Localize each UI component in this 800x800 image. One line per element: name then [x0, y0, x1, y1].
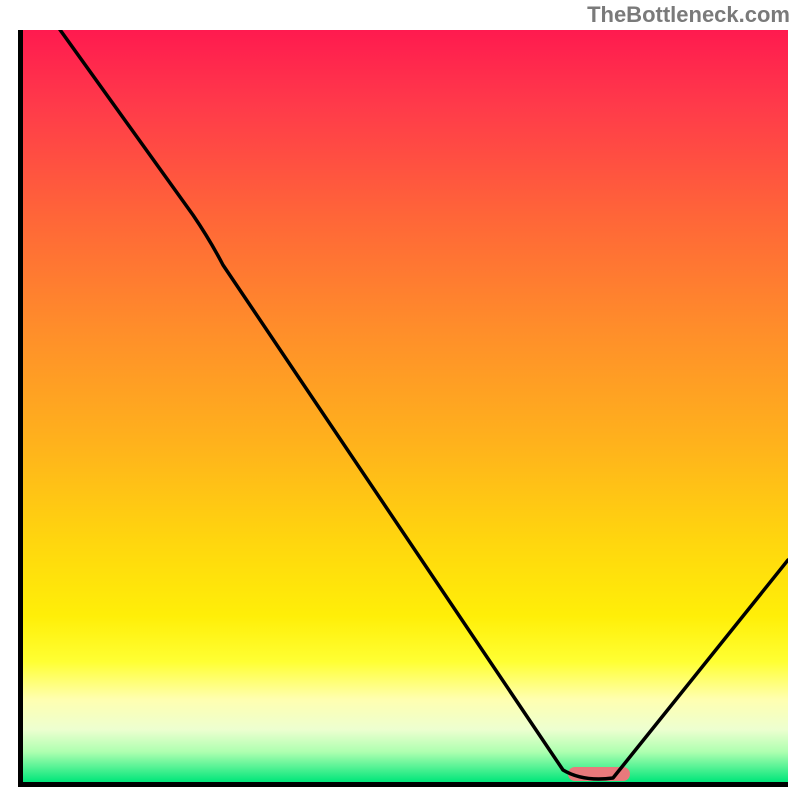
bottleneck-curve — [53, 30, 788, 779]
chart-svg — [23, 30, 788, 782]
chart-plot-area — [18, 30, 788, 787]
attribution-text: TheBottleneck.com — [587, 2, 790, 28]
